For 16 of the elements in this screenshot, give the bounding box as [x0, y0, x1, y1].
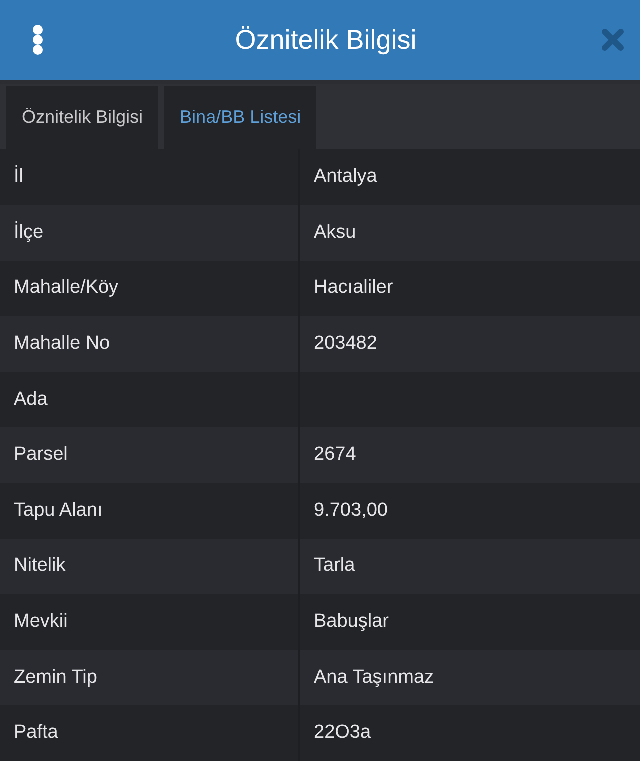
- attribute-value: Hacıaliler: [313, 276, 394, 300]
- tab[interactable]: Bina/BB Listesi: [164, 86, 316, 150]
- attribute-value: Tarla: [313, 554, 356, 578]
- menu-icon: [32, 25, 44, 55]
- attribute-value: 9.703,00: [313, 498, 389, 523]
- attribute-value: 203482: [313, 332, 378, 356]
- close-icon: [602, 29, 624, 51]
- attribute-value: Babuşlar: [313, 610, 390, 634]
- attribute-value: Aksu: [313, 220, 358, 245]
- attribute-value: 22O3a: [313, 721, 372, 746]
- attribute-value: Antalya: [313, 165, 378, 190]
- attribute-label: Pafta: [0, 705, 300, 761]
- attribute-value: Ana Taşınmaz: [313, 666, 436, 690]
- attribute-value: 2674: [313, 443, 358, 468]
- tab[interactable]: Öznitelik Bilgisi: [6, 86, 158, 150]
- header-title: Öznitelik Bilgisi: [234, 24, 418, 56]
